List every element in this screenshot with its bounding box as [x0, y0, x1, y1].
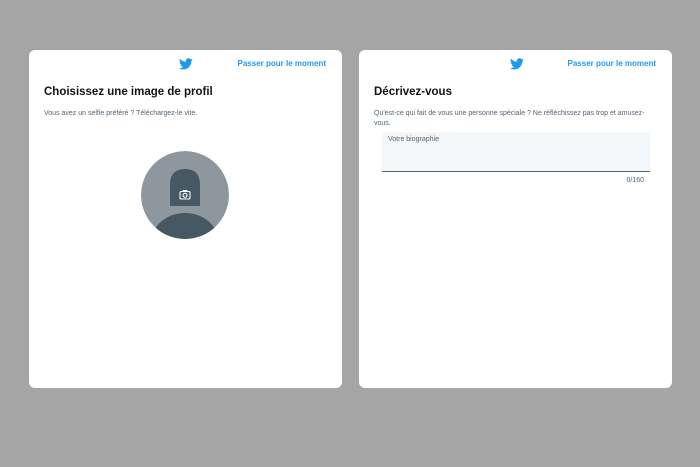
twitter-bird-icon — [510, 58, 524, 70]
skip-for-now-link[interactable]: Passer pour le moment — [568, 59, 656, 68]
twitter-bird-icon — [179, 58, 193, 70]
skip-for-now-link[interactable]: Passer pour le moment — [238, 59, 326, 68]
page-subtitle: Vous avez un selfie préféré ? Télécharge… — [44, 110, 198, 117]
profile-image-card: Passer pour le moment Choisissez une ima… — [29, 50, 342, 388]
character-counter: 0/160 — [626, 177, 644, 184]
default-avatar-icon — [141, 151, 229, 239]
bio-placeholder: Votre biographie — [388, 136, 439, 143]
avatar-upload-button[interactable] — [141, 151, 229, 239]
bio-card: Passer pour le moment Décrivez-vous Qu'e… — [359, 50, 672, 388]
bio-input[interactable]: Votre biographie — [382, 132, 650, 172]
page-title: Choisissez une image de profil — [44, 86, 213, 98]
page-subtitle: Qu'est-ce qui fait de vous une personne … — [374, 110, 645, 127]
page-title: Décrivez-vous — [374, 86, 452, 98]
